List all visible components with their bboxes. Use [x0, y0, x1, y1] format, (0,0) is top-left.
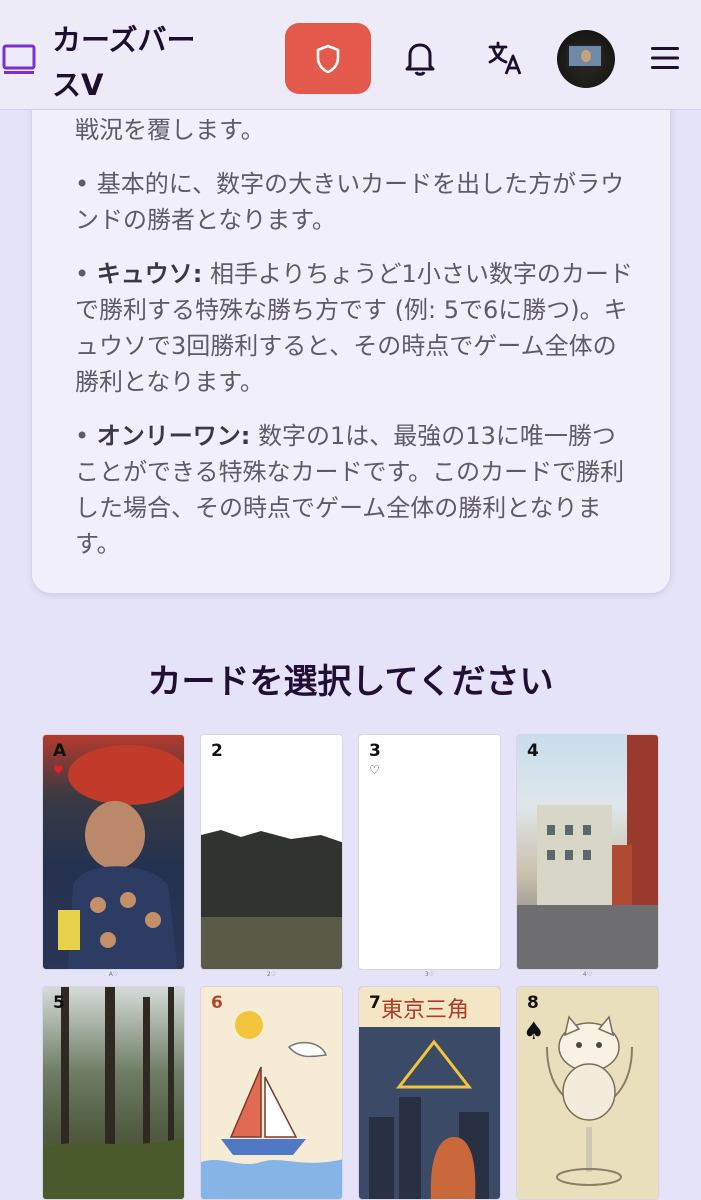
card-illustration: 東京三角 — [359, 987, 500, 1199]
select-card-heading: カードを選択してください — [147, 662, 554, 702]
rule-onlyone-bullet: • — [75, 422, 97, 450]
card-illustration — [201, 1011, 342, 1199]
bell-icon — [405, 43, 435, 76]
spade-icon: ♠ — [523, 1017, 545, 1045]
card-three[interactable]: 3 ♡ — [358, 734, 501, 970]
app-title[interactable]: カーズバースV — [52, 18, 212, 108]
card-rank: 7 — [369, 993, 381, 1013]
card-four[interactable]: 4 — [516, 734, 659, 970]
card-caption: 2♡ — [266, 971, 277, 978]
rule-kyuuso-bullet: • — [75, 260, 97, 288]
rules-text: 戦況を覆します。 • 基本的に、数字の大きいカードを出した方がラウンドの勝者とな… — [75, 112, 635, 580]
shield-button[interactable] — [285, 23, 371, 94]
rule-kyuuso: • キュウソ: 相手よりちょうど1小さい数字のカードで勝利する特殊な勝ち方です … — [75, 256, 635, 400]
card-rank: 4 — [527, 741, 539, 761]
card-two[interactable]: 2 — [200, 734, 343, 970]
card-banner-text: 東京三角 — [381, 998, 469, 1023]
rule-kyuuso-title: キュウソ: — [96, 260, 203, 288]
card-caption: 4♡ — [582, 971, 593, 978]
card-rank: 8 — [527, 993, 539, 1013]
language-button[interactable] — [486, 36, 526, 80]
card-seven[interactable]: 7 東京三角 — [358, 986, 501, 1200]
shield-icon — [316, 44, 340, 73]
translate-icon — [488, 41, 522, 75]
notification-button[interactable] — [400, 36, 440, 80]
menu-icon — [651, 47, 679, 69]
menu-button[interactable] — [645, 36, 685, 80]
card-photo — [201, 830, 342, 969]
card-caption: A♡ — [108, 971, 119, 978]
logo-icon[interactable] — [2, 40, 36, 76]
rule-onlyone-title: オンリーワン: — [96, 422, 251, 450]
rules-intro-tail: 戦況を覆します。 — [75, 116, 265, 144]
rule-basic: • 基本的に、数字の大きいカードを出した方がラウンドの勝者となります。 — [75, 170, 625, 234]
card-photo — [58, 745, 184, 969]
avatar-face — [581, 50, 591, 62]
rule-onlyone: • オンリーワン: 数字の1は、最強の13に唯一勝つことができる特殊なカードです… — [75, 418, 635, 562]
app-header: カーズバースV — [0, 0, 701, 110]
card-eight-spades[interactable]: 8 ♠ — [516, 986, 659, 1200]
card-photo — [43, 987, 184, 1199]
card-six[interactable]: 6 — [200, 986, 343, 1200]
card-ace-hearts[interactable]: A ♥ — [42, 734, 185, 970]
card-rank: 5 — [53, 993, 65, 1013]
card-rank: 2 — [211, 741, 223, 761]
card-rank: 6 — [211, 993, 223, 1013]
card-five[interactable]: 5 — [42, 986, 185, 1200]
card-caption: 3♡ — [424, 971, 435, 978]
avatar[interactable] — [557, 30, 615, 88]
card-rank: 3 — [369, 741, 381, 761]
heart-icon: ♥ — [53, 763, 64, 777]
card-rank: A — [53, 741, 67, 761]
card-photo — [517, 735, 658, 969]
heart-outline-icon: ♡ — [369, 763, 380, 777]
